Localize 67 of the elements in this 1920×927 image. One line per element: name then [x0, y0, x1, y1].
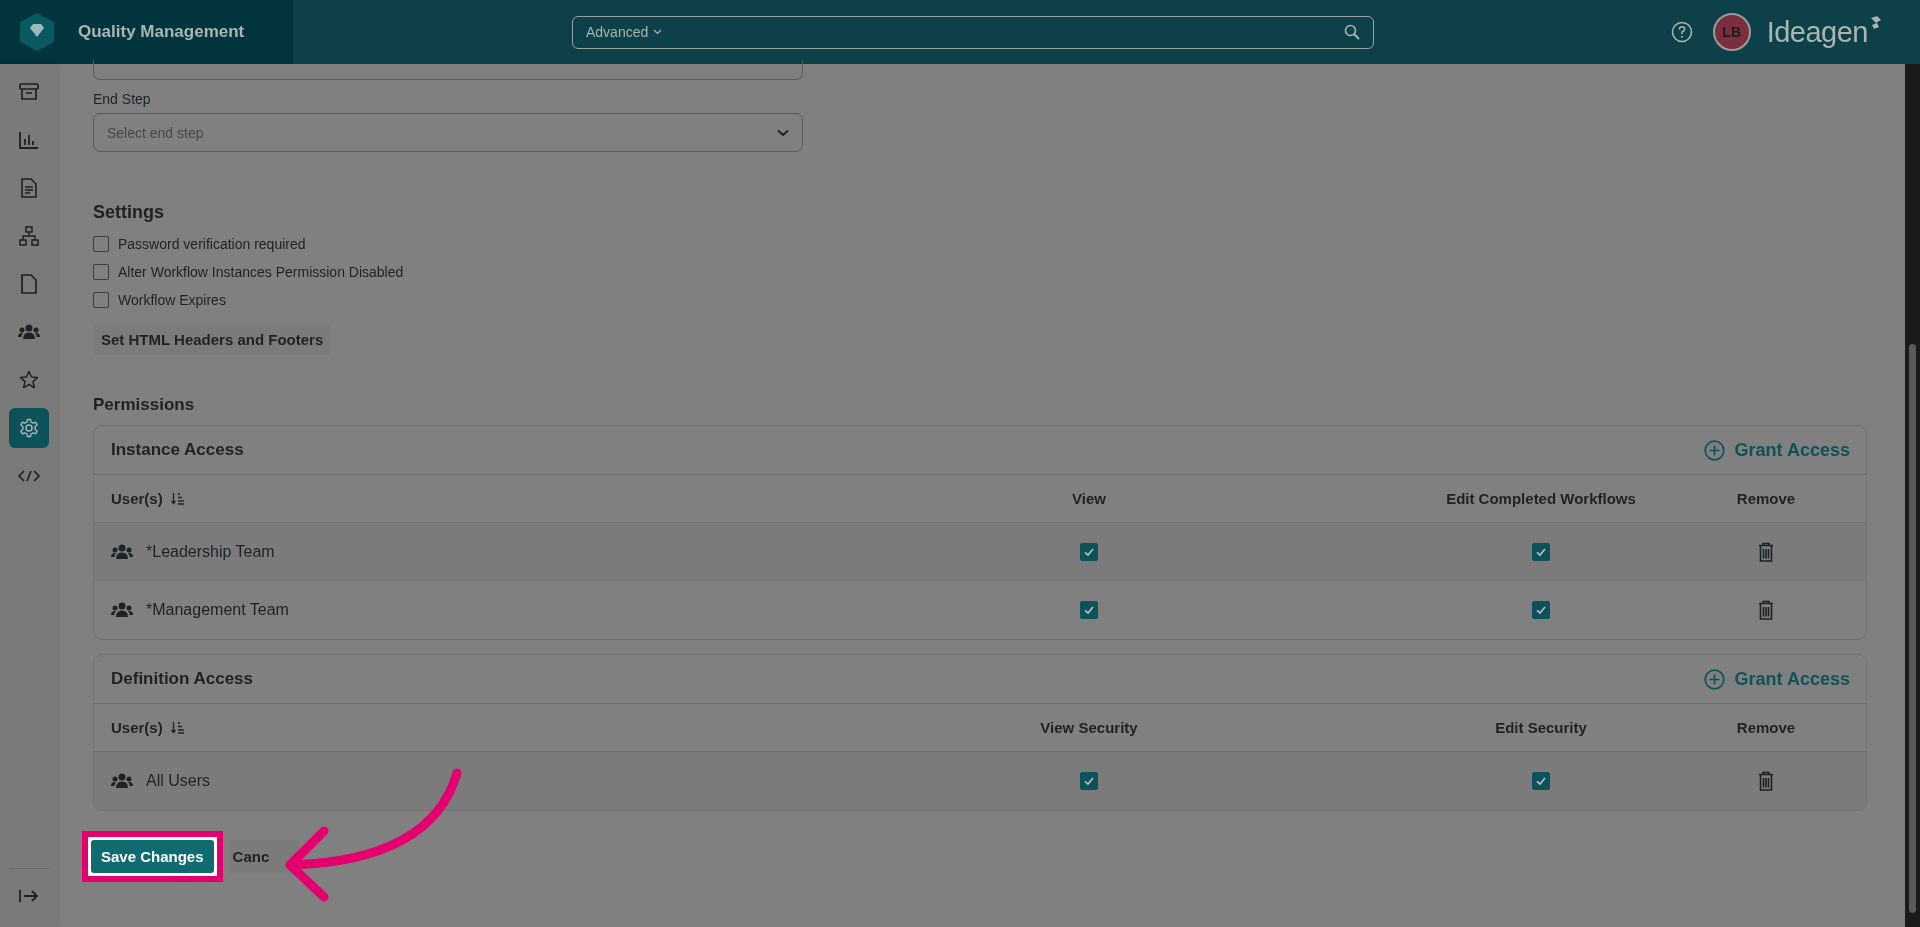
begin-step-dropdown[interactable] [93, 60, 803, 80]
scrollbar-thumb[interactable] [1909, 344, 1916, 913]
checkbox-label: Workflow Expires [118, 292, 226, 308]
plus-circle-icon [1703, 439, 1725, 461]
chevron-down-icon [777, 128, 789, 137]
app-title: Quality Management [78, 22, 245, 42]
chevron-down-icon [653, 29, 663, 35]
section-heading: Permissions [93, 395, 196, 415]
checkbox[interactable] [1080, 601, 1098, 619]
help-icon[interactable] [1670, 21, 1693, 43]
user-group-name: All Users [146, 772, 210, 790]
diamond-logo-icon [18, 12, 56, 52]
checkbox[interactable] [1532, 772, 1550, 790]
checkbox[interactable] [93, 236, 109, 252]
trash-icon[interactable] [1758, 771, 1774, 791]
search-field[interactable]: Advanced [572, 15, 1374, 49]
checkbox[interactable] [1080, 543, 1098, 561]
checkbox[interactable] [1532, 601, 1550, 619]
user-group-name: *Leadership Team [146, 543, 275, 561]
checkbox[interactable] [93, 292, 109, 308]
brand-logo: Ideagen [1766, 15, 1882, 49]
code-icon [17, 470, 40, 482]
file-icon [20, 274, 37, 294]
bar-chart-icon [18, 131, 39, 149]
document-icon [20, 178, 37, 198]
sort-icon[interactable] [170, 721, 185, 734]
sidebar-item[interactable] [8, 408, 49, 448]
column-header: View Security [1040, 719, 1138, 736]
group-icon [111, 602, 133, 618]
hierarchy-icon [18, 226, 39, 246]
column-header: Edit Completed Workflows [1446, 490, 1636, 507]
column-header: Remove [1736, 719, 1796, 736]
expand-sidebar-icon[interactable] [18, 889, 39, 903]
search-icon[interactable] [1344, 24, 1360, 40]
checkbox[interactable] [93, 264, 109, 280]
trash-icon[interactable] [1758, 600, 1774, 620]
checkbox[interactable] [1532, 543, 1550, 561]
search-scope-dropdown[interactable]: Advanced [586, 24, 663, 40]
card-title: Instance Access [111, 440, 244, 460]
group-icon [111, 773, 133, 789]
column-header: User(s) [111, 490, 163, 507]
star-icon [18, 370, 39, 390]
set-html-headers-button[interactable]: Set HTML Headers and Footers [93, 324, 332, 355]
column-header: User(s) [111, 719, 163, 736]
checkbox[interactable] [1080, 772, 1098, 790]
plus-circle-icon [1703, 668, 1725, 690]
end-step-dropdown[interactable]: Select end step [93, 113, 803, 152]
grant-access-button[interactable]: Grant Access [1703, 668, 1850, 690]
user-group-name: *Management Team [146, 601, 289, 619]
field-label: End Step [93, 91, 152, 107]
checkbox-label: Alter Workflow Instances Permission Disabled [118, 264, 404, 280]
save-changes-button[interactable]: Save Changes [91, 840, 214, 873]
grant-access-button[interactable]: Grant Access [1703, 439, 1850, 461]
column-header: Edit Security [1495, 719, 1587, 736]
archive-icon [18, 83, 39, 101]
group-icon [17, 324, 40, 340]
section-heading: Settings [93, 202, 165, 223]
settings-icon [18, 418, 39, 438]
column-header: View [1072, 490, 1106, 507]
card-title: Definition Access [111, 669, 254, 689]
column-header: Remove [1736, 490, 1796, 507]
cancel-button[interactable]: Canc [228, 840, 299, 873]
group-icon [111, 544, 133, 560]
trash-icon[interactable] [1758, 542, 1774, 562]
sort-icon[interactable] [170, 492, 185, 505]
checkbox-label: Password verification required [118, 236, 306, 252]
scrollbar[interactable] [1905, 64, 1920, 927]
